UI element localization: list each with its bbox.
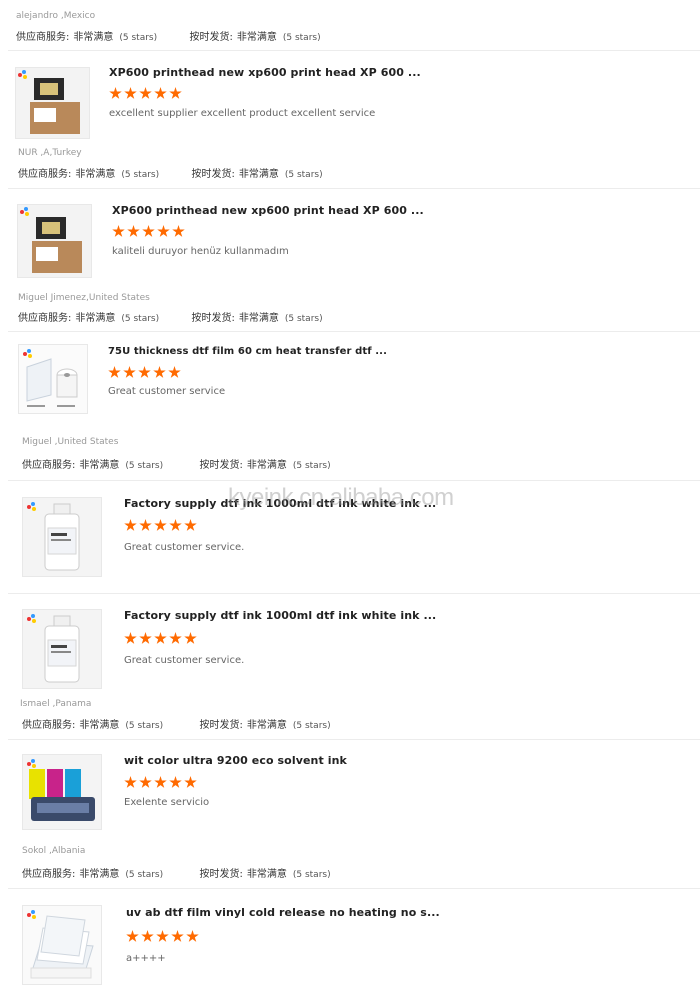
product-image[interactable] — [22, 905, 102, 985]
product-image[interactable] — [22, 609, 102, 689]
star-icon — [124, 519, 137, 531]
star-icon — [109, 87, 122, 99]
reviewer-name: Miguel ,United States — [22, 437, 119, 447]
brand-logo-icon — [23, 349, 33, 359]
star-icon — [124, 632, 137, 644]
divider — [8, 50, 700, 51]
rating-line: 供应商服务: 非常满意 (5 stars) 按时发货: 非常满意 (5 stars) — [22, 720, 331, 731]
brand-logo-icon — [18, 70, 28, 80]
reviewer-name: Sokol ,Albania — [22, 846, 86, 856]
rating-line: 供应商服务: 非常满意 (5 stars) 按时发货: 非常满意 (5 stars) — [22, 460, 331, 471]
review-text: Exelente servicio — [124, 797, 210, 808]
product-title[interactable]: XP600 printhead new xp600 print head XP … — [109, 66, 421, 79]
review-text: a++++ — [126, 953, 166, 964]
product-title[interactable]: uv ab dtf film vinyl cold release no hea… — [126, 906, 440, 919]
brand-logo-icon — [27, 910, 37, 920]
reviewer-name: Ismael ,Panama — [20, 699, 92, 709]
star-icon — [127, 225, 140, 237]
star-icon — [142, 225, 155, 237]
watermark: kyeink.cn.alibaba.com — [228, 484, 454, 511]
rating-stars — [124, 776, 197, 789]
star-icon — [108, 366, 121, 378]
star-icon — [169, 519, 182, 531]
rating-stars — [124, 632, 197, 645]
product-image[interactable] — [18, 344, 88, 414]
star-icon — [154, 87, 167, 99]
divider — [8, 593, 700, 594]
star-icon — [123, 366, 136, 378]
review-text: Great customer service. — [124, 655, 245, 666]
star-icon — [139, 776, 152, 788]
star-icon — [184, 632, 197, 644]
review-text: Great customer service. — [124, 542, 245, 553]
star-icon — [126, 930, 139, 942]
product-image[interactable] — [17, 204, 92, 278]
divider — [8, 331, 700, 332]
star-icon — [169, 632, 182, 644]
rating-stars — [112, 225, 185, 238]
star-icon — [156, 930, 169, 942]
star-icon — [124, 87, 137, 99]
star-icon — [172, 225, 185, 237]
star-icon — [169, 776, 182, 788]
reviewer-name: NUR ,A,Turkey — [18, 148, 82, 158]
divider — [8, 480, 700, 481]
reviewer-name: Miguel Jimenez,United States — [18, 293, 150, 303]
product-image[interactable] — [15, 67, 90, 139]
divider — [8, 739, 700, 740]
star-icon — [141, 930, 154, 942]
star-icon — [168, 366, 181, 378]
rating-stars — [109, 87, 182, 100]
rating-line: 供应商服务: 非常满意 (5 stars) 按时发货: 非常满意 (5 stars) — [18, 169, 323, 180]
product-title[interactable]: Factory supply dtf ink 1000ml dtf ink wh… — [124, 609, 436, 622]
star-icon — [154, 632, 167, 644]
product-title[interactable]: 75U thickness dtf film 60 cm heat transf… — [108, 346, 387, 357]
star-icon — [186, 930, 199, 942]
rating-stars — [124, 519, 197, 532]
star-icon — [139, 632, 152, 644]
star-icon — [154, 519, 167, 531]
star-icon — [124, 776, 137, 788]
divider — [8, 888, 700, 889]
rating-stars — [126, 930, 199, 943]
review-text: excellent supplier excellent product exc… — [109, 108, 376, 119]
star-icon — [138, 366, 151, 378]
star-icon — [157, 225, 170, 237]
review-text: kaliteli duruyor henüz kullanmadım — [112, 246, 289, 257]
reviewer-name: alejandro ,Mexico — [16, 11, 96, 21]
rating-line: 供应商服务: 非常满意 (5 stars) 按时发货: 非常满意 (5 stars) — [16, 32, 321, 43]
product-title[interactable]: XP600 printhead new xp600 print head XP … — [112, 204, 424, 217]
star-icon — [139, 87, 152, 99]
brand-logo-icon — [20, 207, 30, 217]
rating-line: 供应商服务: 非常满意 (5 stars) 按时发货: 非常满意 (5 stars) — [22, 869, 331, 880]
star-icon — [154, 776, 167, 788]
review-text: Great customer service — [108, 386, 226, 397]
rating-stars — [108, 366, 181, 379]
star-icon — [112, 225, 125, 237]
product-title[interactable]: wit color ultra 9200 eco solvent ink — [124, 754, 347, 767]
product-image[interactable] — [22, 497, 102, 577]
brand-logo-icon — [27, 614, 37, 624]
product-image[interactable] — [22, 754, 102, 830]
brand-logo-icon — [27, 759, 37, 769]
rating-line: 供应商服务: 非常满意 (5 stars) 按时发货: 非常满意 (5 stars) — [18, 313, 323, 324]
star-icon — [184, 776, 197, 788]
divider — [8, 188, 700, 189]
star-icon — [171, 930, 184, 942]
star-icon — [184, 519, 197, 531]
star-icon — [139, 519, 152, 531]
star-icon — [153, 366, 166, 378]
brand-logo-icon — [27, 502, 37, 512]
star-icon — [169, 87, 182, 99]
